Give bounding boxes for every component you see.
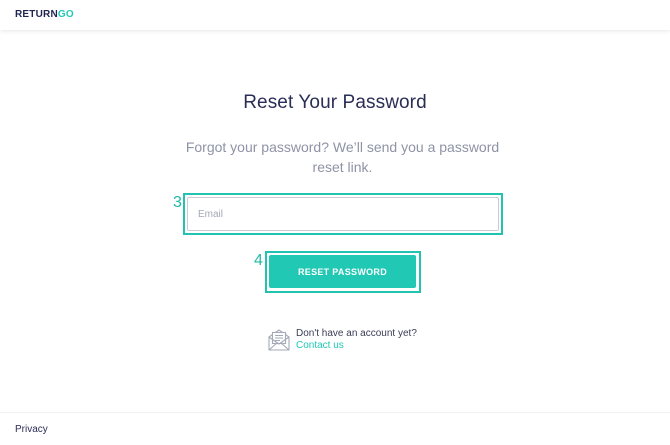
email-field[interactable] [187,197,499,231]
envelope-icon [268,329,290,351]
logo-text-go: GO [57,9,74,20]
annotation-marker-email: 3 [173,194,182,211]
page-title: Reset Your Password [243,92,427,113]
logo-text-return: RETURN [15,9,58,20]
page-subtitle: Forgot your password? We’ll send you a p… [185,139,500,175]
privacy-link[interactable]: Privacy [15,424,48,435]
returngo-logo[interactable]: RETURNGO [15,9,74,20]
top-header: RETURNGO [0,0,670,30]
annotation-marker-button: 4 [254,252,263,269]
contact-us-link[interactable]: Contact us [296,340,344,351]
no-account-text: Don't have an account yet? [296,328,417,339]
signup-prompt: Don't have an account yet? Contact us [267,326,437,352]
reset-password-button[interactable]: RESET PASSWORD [269,255,416,288]
footer-divider [0,412,670,413]
